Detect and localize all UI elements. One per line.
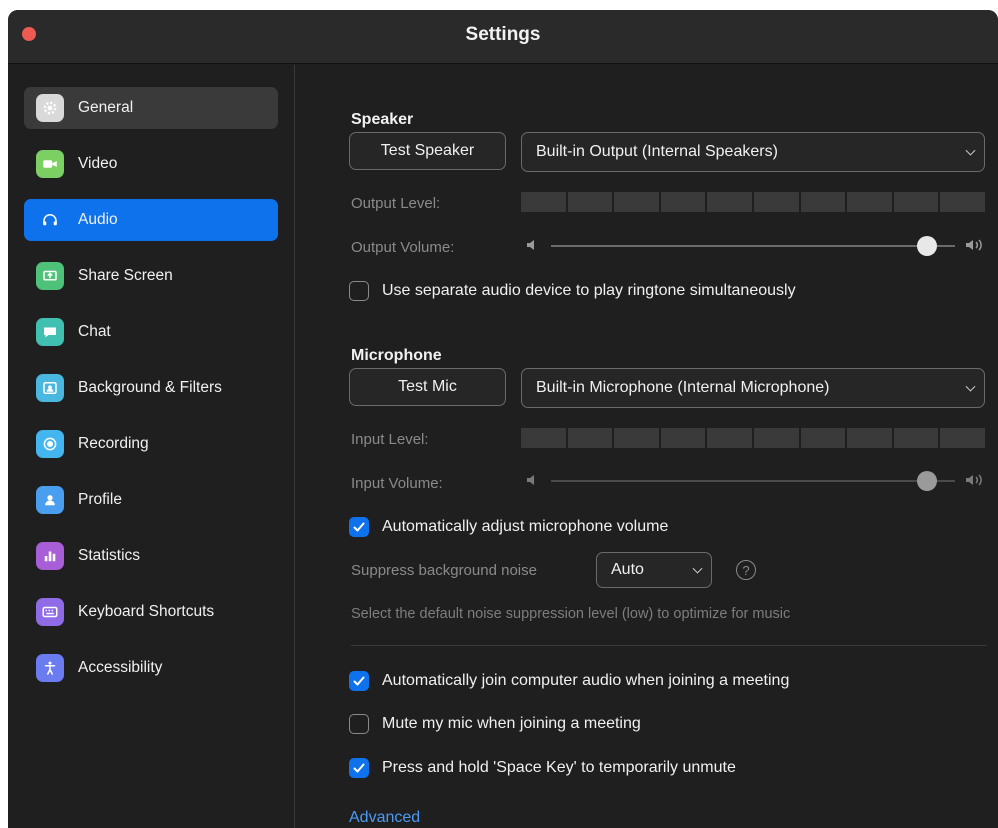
space-unmute-label: Press and hold 'Space Key' to temporaril… bbox=[382, 759, 736, 776]
bar-chart-icon bbox=[36, 542, 64, 570]
sidebar-item-audio[interactable]: Audio bbox=[24, 199, 278, 241]
sidebar-item-label: Video bbox=[78, 155, 118, 172]
ringtone-device-checkbox[interactable] bbox=[349, 281, 369, 301]
background-icon bbox=[36, 374, 64, 402]
speaker-device-select[interactable]: Built-in Output (Internal Speakers) bbox=[521, 132, 985, 172]
auto-adjust-mic-option[interactable]: Automatically adjust microphone volume bbox=[349, 517, 668, 537]
mute-on-join-checkbox[interactable] bbox=[349, 714, 369, 734]
space-unmute-option[interactable]: Press and hold 'Space Key' to temporaril… bbox=[349, 758, 736, 778]
sidebar-item-label: Background & Filters bbox=[78, 379, 222, 396]
share-screen-icon bbox=[36, 262, 64, 290]
input-volume-label: Input Volume: bbox=[351, 475, 443, 492]
test-speaker-button[interactable]: Test Speaker bbox=[349, 132, 506, 170]
space-unmute-checkbox[interactable] bbox=[349, 758, 369, 778]
auto-adjust-mic-checkbox[interactable] bbox=[349, 517, 369, 537]
sidebar-item-share-screen[interactable]: Share Screen bbox=[24, 255, 278, 297]
audio-settings-panel: Speaker Test Speaker Built-in Output (In… bbox=[296, 65, 998, 828]
sidebar-item-label: General bbox=[78, 99, 134, 116]
suppress-noise-value: Auto bbox=[611, 561, 644, 578]
test-mic-button[interactable]: Test Mic bbox=[349, 368, 506, 406]
speaker-high-icon bbox=[966, 474, 982, 486]
chat-icon bbox=[36, 318, 64, 346]
auto-adjust-mic-label: Automatically adjust microphone volume bbox=[382, 518, 669, 535]
microphone-device-select[interactable]: Built-in Microphone (Internal Microphone… bbox=[521, 368, 985, 408]
sidebar-item-background-filters[interactable]: Background & Filters bbox=[24, 367, 278, 409]
input-level-label: Input Level: bbox=[351, 431, 429, 448]
settings-window: Settings General Video Audio Share Scree… bbox=[8, 10, 998, 828]
output-level-meter bbox=[521, 192, 985, 212]
headphones-icon bbox=[36, 206, 64, 234]
section-divider bbox=[351, 645, 987, 646]
speaker-low-icon bbox=[527, 240, 534, 250]
speaker-section-title: Speaker bbox=[351, 111, 414, 128]
suppress-noise-select[interactable]: Auto bbox=[596, 552, 712, 588]
sidebar-item-label: Audio bbox=[78, 211, 118, 228]
input-volume-slider[interactable] bbox=[521, 471, 985, 491]
speaker-low-icon bbox=[527, 475, 534, 485]
keyboard-icon bbox=[36, 598, 64, 626]
mute-on-join-option[interactable]: Mute my mic when joining a meeting bbox=[349, 714, 641, 734]
noise-suppression-hint: Select the default noise suppression lev… bbox=[351, 606, 791, 622]
output-volume-thumb[interactable] bbox=[916, 236, 937, 256]
microphone-device-value: Built-in Microphone (Internal Microphone… bbox=[536, 379, 830, 396]
sidebar-item-recording[interactable]: Recording bbox=[24, 423, 278, 465]
help-icon[interactable]: ? bbox=[736, 560, 756, 580]
sidebar-item-label: Chat bbox=[78, 323, 111, 340]
title-bar: Settings bbox=[8, 10, 998, 64]
auto-join-audio-option[interactable]: Automatically join computer audio when j… bbox=[349, 671, 789, 691]
ringtone-device-label: Use separate audio device to play ringto… bbox=[382, 282, 796, 299]
sidebar-item-general[interactable]: General bbox=[24, 87, 278, 129]
sidebar: General Video Audio Share Screen Chat Ba… bbox=[8, 65, 295, 828]
advanced-link[interactable]: Advanced bbox=[349, 809, 420, 827]
sidebar-item-label: Accessibility bbox=[78, 659, 163, 676]
speaker-high-icon bbox=[966, 239, 982, 251]
ringtone-device-option[interactable]: Use separate audio device to play ringto… bbox=[349, 281, 796, 301]
output-volume-track bbox=[551, 245, 955, 247]
person-icon bbox=[36, 486, 64, 514]
sidebar-item-chat[interactable]: Chat bbox=[24, 311, 278, 353]
sidebar-item-statistics[interactable]: Statistics bbox=[24, 535, 278, 577]
speaker-device-value: Built-in Output (Internal Speakers) bbox=[536, 143, 778, 160]
auto-join-audio-checkbox[interactable] bbox=[349, 671, 369, 691]
sidebar-item-label: Statistics bbox=[78, 547, 141, 564]
output-level-label: Output Level: bbox=[351, 195, 441, 212]
accessibility-icon bbox=[36, 654, 64, 682]
microphone-section-title: Microphone bbox=[351, 347, 442, 364]
auto-join-audio-label: Automatically join computer audio when j… bbox=[382, 672, 790, 689]
input-volume-track bbox=[551, 480, 955, 482]
output-volume-label: Output Volume: bbox=[351, 239, 455, 256]
sidebar-item-video[interactable]: Video bbox=[24, 143, 278, 185]
output-volume-slider[interactable] bbox=[521, 236, 985, 256]
window-title: Settings bbox=[465, 24, 541, 45]
sidebar-item-profile[interactable]: Profile bbox=[24, 479, 278, 521]
sidebar-item-label: Share Screen bbox=[78, 267, 173, 284]
chevron-down-icon bbox=[965, 145, 976, 156]
sidebar-item-label: Profile bbox=[78, 491, 122, 508]
sidebar-item-label: Keyboard Shortcuts bbox=[78, 603, 215, 620]
suppress-noise-label: Suppress background noise bbox=[351, 562, 537, 579]
gear-icon bbox=[36, 94, 64, 122]
record-icon bbox=[36, 430, 64, 458]
chevron-down-icon bbox=[965, 381, 976, 392]
camera-icon bbox=[36, 150, 64, 178]
input-volume-thumb[interactable] bbox=[916, 471, 937, 491]
sidebar-item-keyboard-shortcuts[interactable]: Keyboard Shortcuts bbox=[24, 591, 278, 633]
sidebar-item-label: Recording bbox=[78, 435, 149, 452]
mute-on-join-label: Mute my mic when joining a meeting bbox=[382, 715, 641, 732]
chevron-down-icon bbox=[692, 563, 703, 574]
input-level-meter bbox=[521, 428, 985, 448]
sidebar-item-accessibility[interactable]: Accessibility bbox=[24, 647, 278, 689]
